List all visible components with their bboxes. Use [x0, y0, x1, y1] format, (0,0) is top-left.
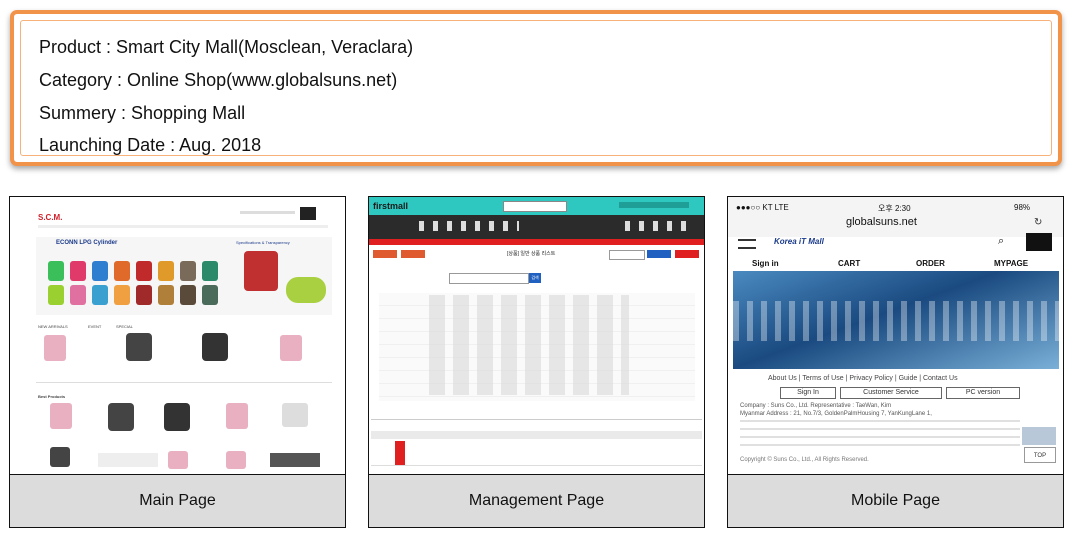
product-thumb[interactable] [50, 403, 72, 429]
section-special[interactable]: SPECIAL [116, 324, 133, 329]
mgmt-icon-toolbar [369, 215, 704, 239]
url-bar[interactable]: globalsuns.net [846, 216, 917, 228]
banner-subtitle: Specifications & Transparency [236, 240, 290, 245]
product-thumb[interactable] [168, 451, 188, 469]
carrier-status: ●●●○○ KT LTE [736, 203, 789, 212]
mgmt-top-bar: firstmall [369, 197, 704, 215]
hamburger-menu-icon[interactable] [738, 239, 756, 249]
section-best-products: Best Products [38, 394, 66, 399]
brand-logo[interactable]: Korea iT Mall [774, 237, 824, 246]
mgmt-filter-fields[interactable] [429, 295, 629, 395]
mgmt-menu-icons[interactable] [419, 221, 519, 231]
management-page-caption: Management Page [369, 475, 704, 527]
mobile-status-area: ●●●○○ KT LTE 오후 2:30 98% globalsuns.net … [728, 197, 1063, 237]
copyright: Copyright © Suns Co., Ltd., All Rights R… [740, 457, 869, 463]
mgmt-search-button[interactable]: 검색 [529, 273, 541, 283]
mobile-page-screenshot: ●●●○○ KT LTE 오후 2:30 98% globalsuns.net … [728, 197, 1063, 475]
product-bag-image [244, 251, 278, 291]
banner-title: ECONN LPG Cylinder [56, 240, 118, 246]
top-menu [240, 211, 295, 214]
lpg-cylinders-image [48, 257, 228, 309]
hero-network-image [733, 271, 1059, 369]
mgmt-page-title: [상품] 일반 상품 리스트 [507, 251, 556, 257]
product-thumb[interactable] [270, 453, 320, 467]
cable-pattern [733, 301, 1059, 341]
mobile-page-panel: ●●●○○ KT LTE 오후 2:30 98% globalsuns.net … [727, 196, 1064, 528]
product-line: Product : Smart City Mall(Mosclean, Vera… [39, 37, 414, 57]
main-nav-bar [38, 225, 328, 228]
reload-icon[interactable]: ↻ [1034, 217, 1042, 228]
product-thumb[interactable] [126, 333, 152, 361]
nav-mypage[interactable]: MYPAGE [994, 259, 1028, 268]
section-event[interactable]: EVENT [88, 324, 101, 329]
info-card-inner-border: Product : Smart City Mall(Mosclean, Vera… [20, 20, 1052, 156]
main-page-screenshot: S.C.M. ECONN LPG Cylinder Specifications… [10, 197, 345, 475]
product-device-image [286, 277, 326, 303]
pc-version-button[interactable]: PC version [946, 387, 1020, 399]
divider [371, 465, 702, 466]
product-thumb[interactable] [280, 335, 302, 361]
mgmt-alert-bar [369, 239, 704, 245]
company-thumb-image [1022, 427, 1056, 445]
main-page-panel: S.C.M. ECONN LPG Cylinder Specifications… [9, 196, 346, 528]
mgmt-action-button[interactable] [373, 250, 397, 258]
company-info: Company : Suns Co., Ltd. Representative … [740, 403, 892, 409]
mgmt-action-button[interactable] [609, 250, 645, 260]
product-thumb[interactable] [50, 447, 70, 467]
address-details [740, 420, 1020, 450]
mgmt-tool-icons[interactable] [625, 221, 695, 231]
product-thumb[interactable] [226, 403, 248, 429]
mgmt-product-thumb[interactable] [395, 441, 405, 465]
scm-logo: S.C.M. [38, 213, 63, 222]
battery-level: 98% [1014, 203, 1031, 212]
search-icon[interactable]: ⌕ [998, 235, 1004, 248]
product-thumb[interactable] [98, 453, 158, 467]
launch-date-line: Launching Date : Aug. 2018 [39, 135, 262, 155]
management-page-screenshot: firstmall [상품] 일반 상품 리스트 검색 [369, 197, 704, 475]
info-card: Product : Smart City Mall(Mosclean, Vera… [10, 10, 1062, 166]
section-new-arrivals[interactable]: NEW ARRIVALS [38, 324, 68, 329]
divider [36, 382, 332, 383]
divider [371, 419, 702, 420]
summary-line: Summery : Shopping Mall [39, 103, 246, 123]
mgmt-action-button[interactable] [647, 250, 671, 258]
mobile-page-caption: Mobile Page [728, 475, 1063, 527]
customer-service-button[interactable]: Customer Service [840, 387, 942, 399]
management-page-panel: firstmall [상품] 일반 상품 리스트 검색 Management P… [368, 196, 705, 528]
product-thumb[interactable] [164, 403, 190, 431]
cart-icon[interactable] [1026, 233, 1052, 251]
clock: 오후 2:30 [878, 204, 911, 213]
nav-order[interactable]: ORDER [916, 259, 945, 268]
product-thumb[interactable] [202, 333, 228, 361]
mgmt-top-links[interactable] [619, 202, 689, 208]
mgmt-action-button[interactable] [675, 250, 699, 258]
nav-signin[interactable]: Sign in [752, 259, 779, 268]
cart-icon[interactable] [300, 207, 316, 220]
signin-button[interactable]: Sign In [780, 387, 836, 399]
product-thumb[interactable] [44, 335, 66, 361]
address-info: Myanmar Address : 21, No.7/3, GoldenPalm… [740, 411, 932, 417]
product-thumb[interactable] [226, 451, 246, 469]
mgmt-action-button[interactable] [401, 250, 425, 258]
main-banner: ECONN LPG Cylinder Specifications & Tran… [36, 237, 332, 315]
mgmt-search-input[interactable] [503, 201, 567, 212]
mgmt-filter-form[interactable] [379, 293, 695, 401]
main-page-caption: Main Page [10, 475, 345, 527]
mgmt-keyword-input[interactable] [449, 273, 529, 284]
firstmall-logo: firstmall [373, 201, 409, 211]
footer-links[interactable]: About Us | Terms of Use | Privacy Policy… [768, 375, 958, 382]
mgmt-table-header [371, 431, 702, 439]
product-thumb[interactable] [108, 403, 134, 431]
category-line: Category : Online Shop(www.globalsuns.ne… [39, 70, 398, 90]
nav-cart[interactable]: CART [838, 259, 860, 268]
scroll-top-button[interactable]: TOP [1024, 447, 1056, 463]
product-thumb[interactable] [282, 403, 308, 427]
